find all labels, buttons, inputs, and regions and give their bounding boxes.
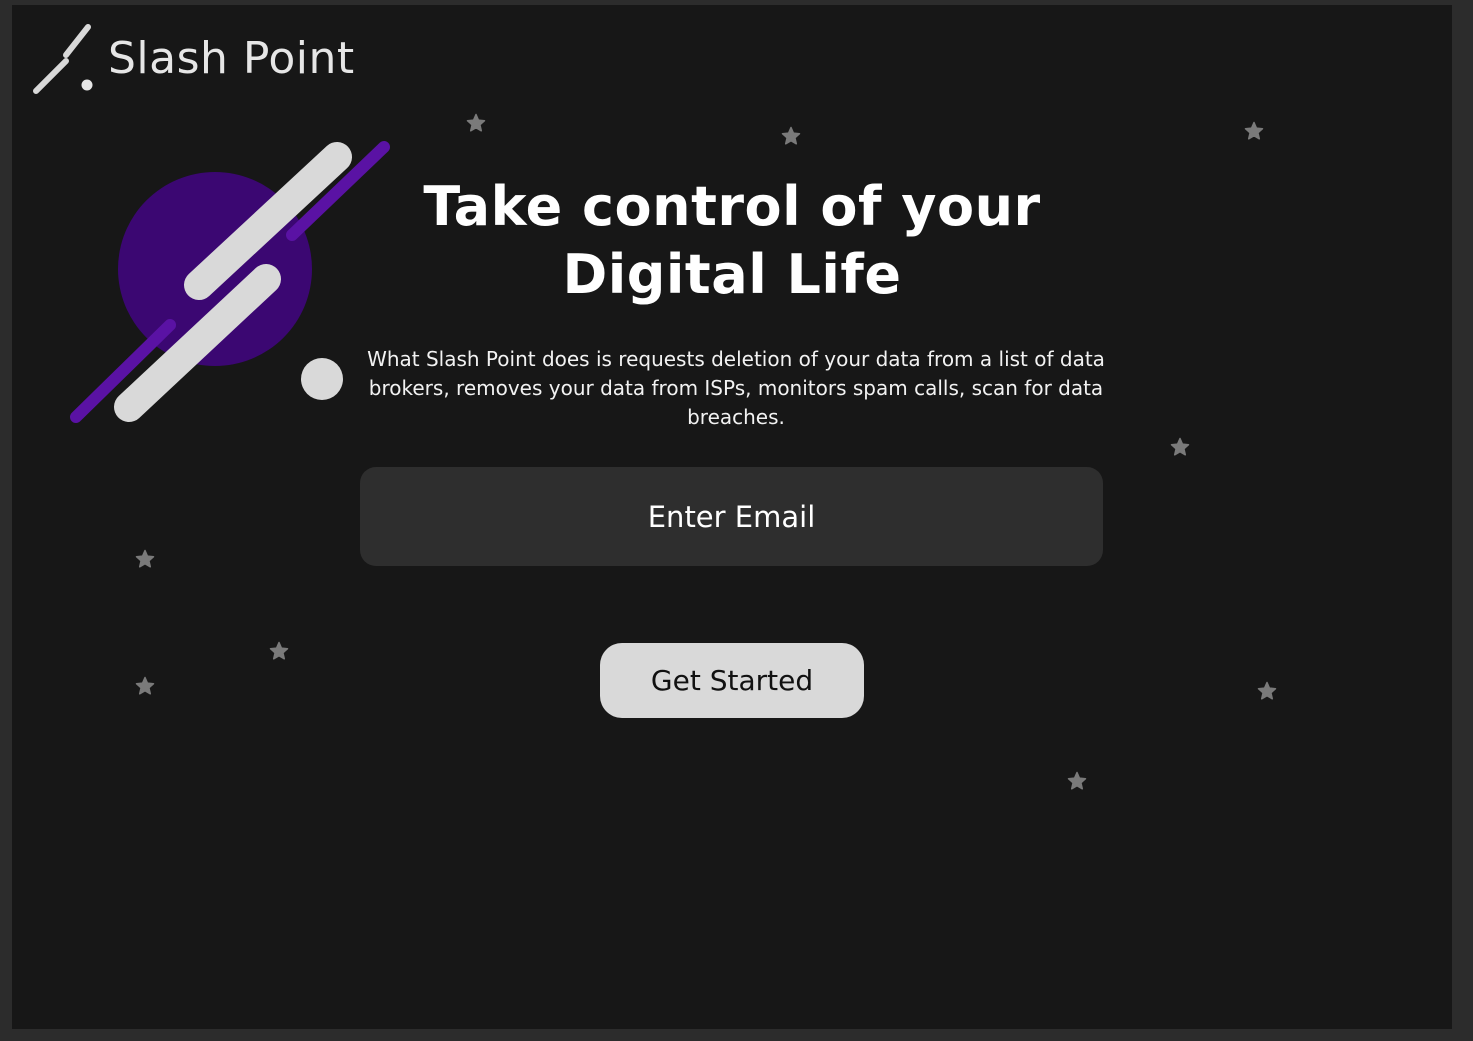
hero-headline: Take control of your Digital Life [423, 175, 1041, 306]
star-icon [1170, 437, 1190, 456]
star-icon [781, 126, 801, 145]
brand-name: Slash Point [108, 33, 355, 84]
star-icon [1244, 121, 1264, 140]
star-icon [466, 113, 486, 132]
slash-point-logo-icon [33, 24, 93, 94]
brand-header[interactable]: Slash Point [30, 19, 355, 99]
star-icon [135, 676, 155, 695]
star-icon [269, 641, 289, 660]
landing-page: Slash Point Take control of your Digital… [12, 5, 1452, 1029]
star-icon [135, 549, 155, 568]
star-icon [1257, 681, 1277, 700]
star-icon [1067, 771, 1087, 790]
hero-description: What Slash Point does is requests deleti… [367, 347, 1105, 429]
email-input[interactable] [360, 467, 1103, 566]
get-started-button[interactable]: Get Started [600, 643, 864, 718]
